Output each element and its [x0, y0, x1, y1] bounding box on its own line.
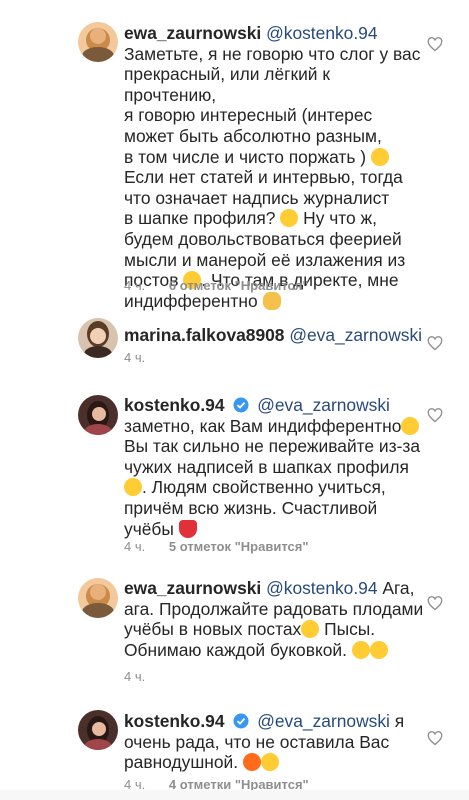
comment-line: будем довольствоваться феерией [124, 228, 402, 249]
timestamp: 4 ч. [124, 539, 146, 554]
mention-link[interactable]: @eva_zarnowski [257, 711, 390, 731]
comment-text: ewa_zaurnowski @kostenko.94 Заметьте, я … [124, 23, 424, 311]
username[interactable]: ewa_zaurnowski [124, 578, 261, 598]
avatar[interactable] [78, 710, 118, 750]
comment-meta: 4 ч. 6 отметок "Нравится" [124, 278, 309, 293]
timestamp: 4 ч. [124, 278, 146, 293]
comment-text: ewa_zaurnowski @kostenko.94 Ага, ага. Пр… [124, 578, 424, 660]
ok-hand-icon [262, 291, 281, 310]
avatar[interactable] [78, 22, 118, 62]
username[interactable]: ewa_zaurnowski [124, 23, 261, 43]
comment-line-tail: я [389, 711, 405, 731]
winking-face-icon [370, 147, 389, 166]
bottom-bar [0, 790, 469, 800]
mention-link[interactable]: @eva_zarnowski [257, 395, 390, 415]
hugging-face-icon [351, 640, 370, 659]
comment-line-tail: Ага, [377, 578, 415, 598]
comment-line: может быть абсолютно разным, [124, 125, 382, 146]
username[interactable]: kostenko.94 [124, 395, 225, 415]
comment-line: . Людям свойственно учиться, [142, 477, 386, 498]
avatar[interactable] [78, 578, 118, 618]
timestamp: 4 ч. [124, 669, 146, 684]
comment-line: мысли и манерой её излажения из [124, 249, 406, 270]
comment-line: Вы так сильно не переживайте из-за [124, 436, 421, 457]
avatar[interactable] [78, 395, 118, 435]
comment-line: индифферентно [124, 290, 258, 311]
comment-line: чужих надписей в шапках профиля [124, 456, 409, 477]
comment-line-tail: Ну что ж, [298, 208, 378, 229]
comment-line: учёбы [124, 518, 174, 539]
mention-link[interactable]: @kostenko.94 [266, 23, 377, 43]
mention-link[interactable]: @eva_zarnowski [289, 325, 422, 345]
grinning-face-icon [301, 620, 320, 639]
comment-meta: 4 ч. [124, 350, 165, 365]
fire-icon [242, 753, 261, 772]
mention-link[interactable]: @kostenko.94 [266, 578, 377, 598]
comment-line: прекрасный, или лёгкий к прочтению, [124, 64, 330, 105]
comment-meta: 4 ч. [124, 669, 165, 684]
verified-badge-icon [233, 397, 249, 413]
laughing-face-icon [369, 640, 388, 659]
heart-outline-icon[interactable] [427, 37, 443, 52]
red-heart-icon [178, 519, 197, 538]
comment-text: marina.falkova8908 @eva_zarnowski [124, 325, 424, 346]
comment-text: kostenko.94 @eva_zarnowski заметно, как … [124, 395, 424, 539]
heart-outline-icon[interactable] [427, 731, 443, 746]
comment-meta: 4 ч. 5 отметок "Нравится" [124, 539, 309, 554]
comment-line: Заметьте, я не говорю что слог у вас [124, 43, 421, 64]
heart-outline-icon[interactable] [427, 336, 443, 351]
comment-line: в шапке профиля? [124, 208, 276, 229]
grinning-sweat-face-icon [260, 753, 279, 772]
timestamp: 4 ч. [124, 350, 146, 365]
comment-line-tail: Пысы. [319, 619, 376, 640]
username[interactable]: kostenko.94 [124, 711, 225, 731]
avatar[interactable] [78, 318, 118, 358]
heart-outline-icon[interactable] [427, 408, 443, 423]
verified-badge-icon [233, 713, 249, 729]
likes-count[interactable]: 6 отметок "Нравится" [169, 278, 309, 293]
grinning-sweat-face-icon [401, 416, 420, 435]
comment-line: Если нет статей и интервью, тогда [124, 167, 403, 188]
comment-line: что означает надпись журналист [124, 187, 390, 208]
comment-line: равнодушной. [124, 752, 239, 773]
comment-line: я говорю интересный (интерес [124, 105, 373, 126]
heart-outline-icon[interactable] [427, 596, 443, 611]
thinking-face-icon [280, 209, 299, 228]
comment-line: в том числе и чисто поржать ) [124, 146, 367, 167]
comment-line: причём всю жизнь. Счастливой [124, 497, 378, 518]
username[interactable]: marina.falkova8908 [124, 325, 284, 345]
comment-line: очень рада, что не оставила Вас [124, 731, 390, 752]
comment-line: Обнимаю каждой буковкой. [124, 639, 347, 660]
likes-count[interactable]: 5 отметок "Нравится" [169, 539, 309, 554]
comment-text: kostenko.94 @eva_zarnowski я очень рада,… [124, 711, 424, 773]
comment-line: заметно, как Вам индифферентно [124, 415, 402, 436]
comment-line: учёбы в новых постах [124, 619, 302, 640]
comment-line: ага. Продолжайте радовать плодами [124, 598, 424, 619]
winking-tongue-face-icon [124, 478, 142, 497]
